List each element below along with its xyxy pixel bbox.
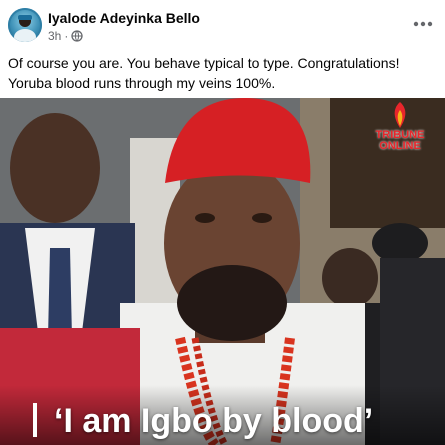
author-avatar[interactable] [8,8,42,42]
tribune-online-logo: TRIBUNE ONLINE [371,100,429,162]
meta-separator: · [64,29,69,43]
globe-icon [71,30,84,42]
avatar-image [14,15,36,42]
post-time[interactable]: 3h [48,29,61,43]
logo-wordmark: TRIBUNE ONLINE [371,130,429,152]
ellipsis-glyph [413,21,433,27]
logo-line-2: ONLINE [379,140,421,152]
post-body-text: Of course you are. You behave typical to… [8,55,400,91]
more-options-icon[interactable] [411,12,435,36]
logo-emblem-icon [394,102,406,128]
author-name[interactable]: Iyalode Adeyinka Bello [48,10,200,26]
post-image[interactable]: TRIBUNE ONLINE ‘I am Igbo by blood’ [0,98,445,445]
caption-text: ‘I am Igbo by blood’ [54,402,374,440]
caption-overlay: ‘I am Igbo by blood’ [0,385,445,445]
post-meta: 3h · [48,29,84,43]
caption-bar [33,403,37,437]
post-header: Iyalode Adeyinka Bello 3h · [0,0,445,50]
